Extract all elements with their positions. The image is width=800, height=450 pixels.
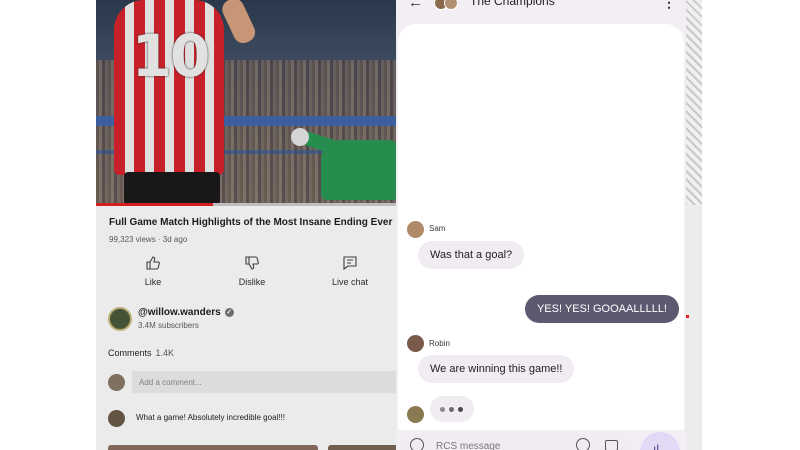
video-actions: Like Dislike Live chat [96, 255, 396, 295]
sender-avatar-sam [407, 221, 424, 238]
dislike-button[interactable]: Dislike [217, 255, 287, 287]
goalkeeper-glove [291, 128, 309, 146]
typing-avatar [407, 406, 424, 423]
messages-panel: ← The Champions ⋮ Sam Was that a goal? Y… [396, 0, 686, 450]
subscriber-count: 3.4M subscribers [138, 321, 199, 330]
jersey-number: 10 [131, 22, 211, 90]
back-arrow-icon[interactable]: ← [408, 0, 423, 11]
screen: 10 Full Game Match Highlights of the Mos… [0, 0, 800, 450]
comment-text: What a game! Absolutely incredible goal!… [136, 413, 285, 422]
typing-dot-2 [449, 407, 454, 412]
youtube-app: 10 Full Game Match Highlights of the Mos… [96, 0, 396, 450]
commenter-avatar [108, 410, 125, 427]
comment-item[interactable]: What a game! Absolutely incredible goal!… [108, 409, 396, 429]
group-name[interactable]: The Champions [470, 0, 555, 8]
outgoing-message[interactable]: YES! YES! GOOAALLLLL! [524, 295, 679, 323]
add-attachment-icon[interactable] [410, 438, 424, 450]
comments-header[interactable]: Comments 1.4K [108, 348, 174, 358]
live-chat-label: Live chat [331, 277, 369, 287]
player-shorts [124, 172, 220, 205]
typing-dot-1 [440, 407, 445, 412]
thumbs-down-icon [245, 256, 259, 270]
emoji-icon[interactable] [576, 438, 590, 450]
conversation-area: Sam Was that a goal? YES! YES! GOOAALLLL… [398, 24, 684, 430]
live-chat-button[interactable]: Live chat [315, 255, 385, 287]
channel-handle: @willow.wanders [138, 307, 221, 318]
channel-row[interactable]: @willow.wanders ✓ 3.4M subscribers [108, 307, 388, 337]
gallery-icon[interactable] [605, 440, 618, 450]
video-title[interactable]: Full Game Match Highlights of the Most I… [109, 217, 396, 228]
thumbs-up-icon [146, 256, 160, 270]
voice-icon: ıl [653, 442, 659, 450]
more-options-icon[interactable]: ⋮ [662, 0, 676, 11]
message-composer[interactable]: RCS message [400, 433, 632, 450]
comments-count: 1.4K [155, 348, 175, 358]
like-button[interactable]: Like [118, 255, 188, 287]
goal-net-edge [685, 0, 702, 205]
sender-name-sam: Sam [429, 224, 446, 233]
red-indicator [686, 315, 689, 318]
voice-send-button[interactable]: ıl [640, 432, 680, 450]
tablet-frame: 10 Full Game Match Highlights of the Mos… [96, 0, 702, 450]
video-progress-fill [96, 203, 213, 206]
channel-name[interactable]: @willow.wanders ✓ [138, 307, 234, 318]
related-thumbnails [108, 445, 396, 450]
background-app-edge [685, 205, 702, 450]
message-input[interactable]: RCS message [436, 441, 500, 450]
live-chat-icon [343, 256, 357, 271]
related-video-thumbnail-2[interactable] [328, 445, 396, 450]
video-player[interactable]: 10 [96, 0, 396, 205]
sender-avatar-robin [407, 335, 424, 352]
comments-label: Comments [108, 348, 152, 358]
add-comment-row: Add a comment... [108, 371, 396, 395]
typing-indicator [430, 396, 474, 422]
sender-name-robin: Robin [429, 339, 450, 348]
group-avatar-2 [444, 0, 458, 10]
video-progress-bar[interactable] [96, 203, 396, 206]
player-arm [219, 0, 259, 47]
verified-icon: ✓ [224, 307, 234, 317]
player-figure: 10 [106, 0, 259, 205]
incoming-message[interactable]: Was that a goal? [418, 241, 525, 269]
incoming-message-2[interactable]: We are winning this game!! [418, 355, 575, 383]
channel-avatar[interactable] [108, 307, 132, 331]
dislike-label: Dislike [238, 277, 266, 287]
like-label: Like [144, 277, 162, 287]
conversation-header: ← The Champions ⋮ [396, 0, 686, 20]
goalkeeper-figure [291, 118, 396, 203]
related-video-thumbnail[interactable] [108, 445, 318, 450]
add-comment-input[interactable]: Add a comment... [132, 371, 396, 393]
typing-dot-3 [458, 407, 463, 412]
user-avatar [108, 374, 125, 391]
video-meta: 99,323 views · 3d ago [109, 235, 188, 244]
